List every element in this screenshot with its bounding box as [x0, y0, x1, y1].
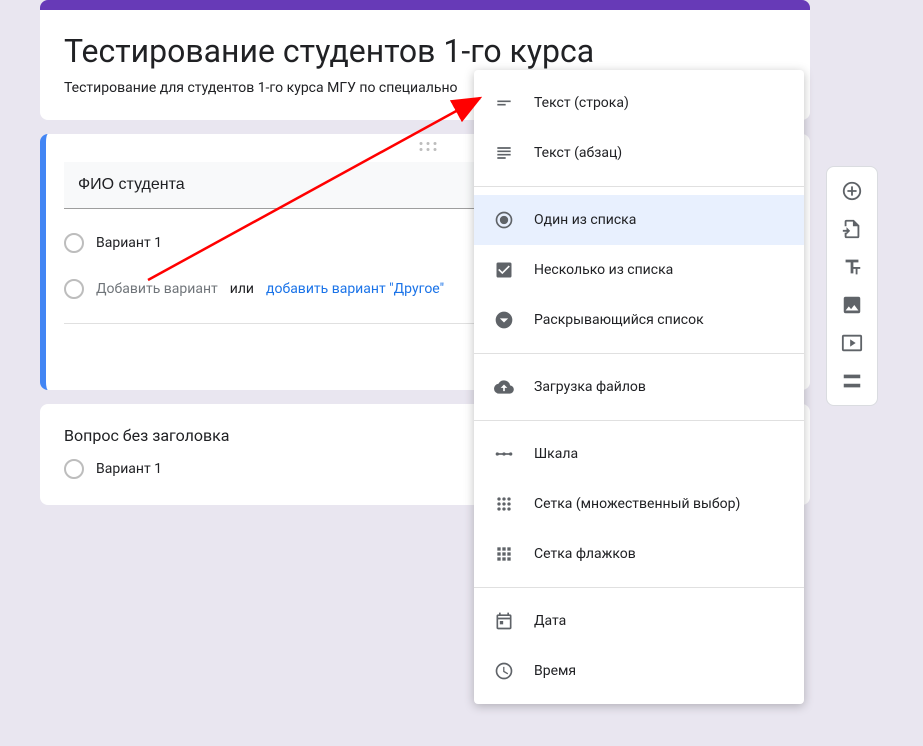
radio-icon [64, 233, 84, 253]
menu-separator [474, 587, 804, 588]
add-question-button[interactable] [832, 173, 872, 209]
or-text: или [230, 281, 254, 297]
type-option-label: Несколько из списка [534, 262, 673, 278]
section-icon [841, 370, 863, 392]
type-option-time[interactable]: Время [474, 646, 804, 696]
image-icon [841, 294, 863, 316]
paragraph-icon [492, 141, 516, 165]
type-option-label: Сетка флажков [534, 546, 636, 562]
type-option-grid-check[interactable]: Сетка флажков [474, 529, 804, 579]
add-section-button[interactable] [832, 363, 872, 399]
upload-icon [492, 375, 516, 399]
dropdown-icon [492, 308, 516, 332]
short-text-icon [492, 91, 516, 115]
checkbox-icon [492, 258, 516, 282]
type-option-label: Текст (строка) [534, 95, 629, 111]
option-label: Вариант 1 [96, 461, 162, 477]
type-option-linear[interactable]: Шкала [474, 429, 804, 479]
side-toolbar [826, 166, 878, 406]
time-icon [492, 659, 516, 683]
radio-icon [64, 459, 84, 479]
plus-circle-icon [841, 180, 863, 202]
add-title-button[interactable] [832, 249, 872, 285]
linear-icon [492, 442, 516, 466]
form-title[interactable]: Тестирование студентов 1-го курса [64, 32, 786, 70]
type-option-label: Шкала [534, 446, 578, 462]
date-icon [492, 609, 516, 633]
grid-check-icon [492, 542, 516, 566]
question-type-dropdown: Текст (строка) Текст (абзац) Один из списк… [474, 70, 804, 704]
type-option-grid-radio[interactable]: Сетка (множественный выбор) [474, 479, 804, 529]
menu-separator [474, 353, 804, 354]
import-question-button[interactable] [832, 211, 872, 247]
type-option-upload[interactable]: Загрузка файлов [474, 362, 804, 412]
type-option-radio[interactable]: Один из списка [474, 195, 804, 245]
type-option-label: Один из списка [534, 212, 636, 228]
type-option-date[interactable]: Дата [474, 596, 804, 646]
type-option-checkbox[interactable]: Несколько из списка [474, 245, 804, 295]
type-option-short-text[interactable]: Текст (строка) [474, 78, 804, 128]
drag-handle-icon[interactable] [420, 142, 437, 151]
menu-separator [474, 420, 804, 421]
add-image-button[interactable] [832, 287, 872, 323]
add-option-text[interactable]: Добавить вариант [96, 281, 218, 297]
type-option-label: Время [534, 663, 576, 679]
radio-icon [64, 279, 84, 299]
grid-radio-icon [492, 492, 516, 516]
type-option-label: Раскрывающийся список [534, 312, 704, 328]
type-option-paragraph[interactable]: Текст (абзац) [474, 128, 804, 178]
radio-icon [492, 208, 516, 232]
type-option-label: Дата [534, 613, 566, 629]
add-video-button[interactable] [832, 325, 872, 361]
type-option-label: Загрузка файлов [534, 379, 646, 395]
type-option-label: Текст (абзац) [534, 145, 622, 161]
import-icon [841, 218, 863, 240]
menu-separator [474, 186, 804, 187]
type-option-label: Сетка (множественный выбор) [534, 496, 740, 512]
add-other-link[interactable]: добавить вариант "Другое" [266, 281, 444, 297]
option-label: Вариант 1 [96, 235, 162, 251]
title-icon [841, 256, 863, 278]
video-icon [841, 332, 863, 354]
type-option-dropdown[interactable]: Раскрывающийся список [474, 295, 804, 345]
